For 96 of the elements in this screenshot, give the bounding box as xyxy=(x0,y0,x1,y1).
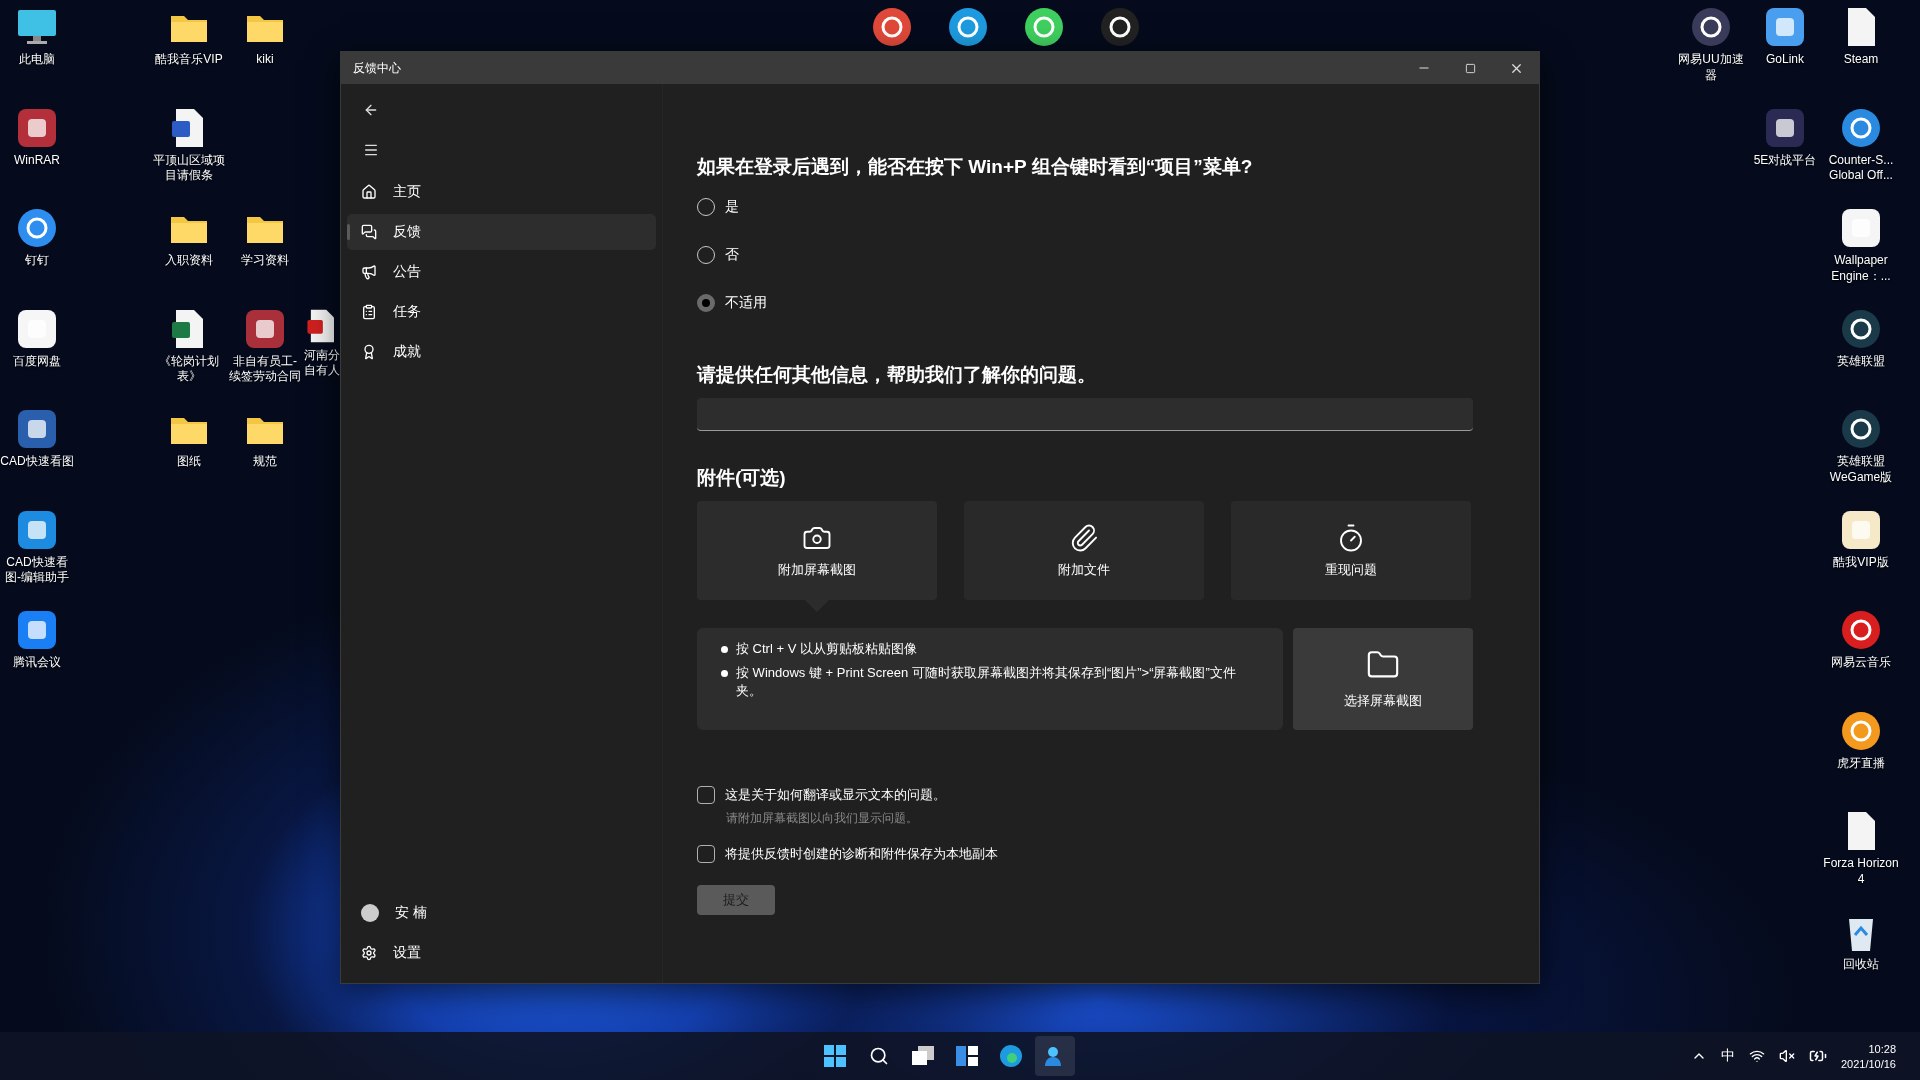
feedback-app-button[interactable] xyxy=(1035,1036,1076,1076)
app-icon xyxy=(16,307,58,350)
details-heading: 请提供任何其他信息，帮助我们了解你的问题。 xyxy=(697,363,1097,387)
app-icon xyxy=(244,307,286,350)
app-icon xyxy=(1023,6,1065,48)
desktop-shortcut[interactable]: 入职资料 xyxy=(150,207,228,269)
bullet-icon xyxy=(721,646,728,653)
desktop-shortcut[interactable]: 规范 xyxy=(228,408,302,470)
clipboard-icon xyxy=(361,304,377,320)
app-icon xyxy=(871,6,913,48)
desktop-shortcut[interactable]: 腾讯会议 xyxy=(0,609,76,671)
desktop-shortcut[interactable]: 此电脑 xyxy=(0,6,76,68)
input-method-indicator[interactable]: 中 xyxy=(1720,1047,1735,1065)
back-arrow-icon xyxy=(363,102,379,118)
app-icon xyxy=(1840,106,1882,149)
desktop-shortcut[interactable]: 虎牙直播 xyxy=(1822,709,1900,772)
checkbox[interactable]: 这是关于如何翻译或显示文本的问题。 xyxy=(697,786,1473,804)
desktop-shortcut[interactable]: CAD快速看图-编辑助手 xyxy=(0,508,76,586)
app-icon xyxy=(16,106,58,149)
desktop-shortcut[interactable]: 酷我VIP版 xyxy=(1822,508,1900,571)
attachment-tile[interactable]: 附加文件 xyxy=(964,501,1204,600)
app-icon xyxy=(1840,307,1882,350)
app-icon xyxy=(1840,709,1882,752)
settings-item[interactable]: 设置 xyxy=(347,935,656,971)
app-icon xyxy=(1764,6,1806,48)
app-icon xyxy=(947,6,989,48)
account-item[interactable]: 安 楠 xyxy=(347,895,656,931)
desktop-shortcut[interactable]: 非自有员工-续签劳动合同 xyxy=(228,307,302,385)
desktop-shortcut[interactable]: CAD快速看图 xyxy=(0,408,76,470)
app-icon xyxy=(16,207,58,249)
widgets-icon xyxy=(956,1046,979,1066)
desktop-shortcut[interactable]: 钉钉 xyxy=(0,207,76,269)
menu-icon xyxy=(363,142,379,158)
desktop-shortcut[interactable]: 5E对战平台 xyxy=(1746,106,1824,169)
radio-option[interactable]: 不适用 xyxy=(697,289,1473,317)
windows-logo-icon xyxy=(824,1045,847,1067)
muted-speaker-icon[interactable] xyxy=(1778,1048,1795,1064)
home-icon xyxy=(361,184,377,200)
desktop-shortcut[interactable]: Forza Horizon 4 xyxy=(1822,810,1900,888)
desktop-shortcut[interactable]: 《轮岗计划表》 xyxy=(150,307,228,385)
desktop-shortcut[interactable]: 河南分自有人 xyxy=(303,307,340,379)
app-icon xyxy=(1690,6,1732,48)
desktop-shortcut[interactable]: 英雄联盟 xyxy=(1822,307,1900,370)
desktop-shortcut[interactable]: 酷我音乐VIP xyxy=(150,6,228,68)
tip-text: 按 Ctrl + V 以从剪贴板粘贴图像 xyxy=(736,640,917,658)
checkbox[interactable]: 将提供反馈时创建的诊断和附件保存为本地副本 xyxy=(697,845,1473,863)
attachment-tile[interactable]: 重现问题 xyxy=(1231,501,1471,600)
details-input-field[interactable] xyxy=(697,398,1473,431)
app-icon xyxy=(1840,609,1882,651)
desktop-shortcut[interactable]: WinRAR xyxy=(0,106,76,169)
search-icon xyxy=(869,1046,890,1066)
nav-item[interactable]: 公告 xyxy=(347,254,656,290)
hint-text: 请附加屏幕截图以向我们显示问题。 xyxy=(726,810,919,827)
attachment-tile[interactable]: 附加屏幕截图 xyxy=(697,501,937,600)
desktop-shortcut[interactable]: 图纸 xyxy=(150,408,228,470)
app-icon xyxy=(16,508,58,551)
app-icon xyxy=(1840,207,1882,249)
browser-icon xyxy=(999,1044,1024,1068)
desktop-shortcut[interactable]: 英雄联盟WeGame版 xyxy=(1822,408,1900,486)
desktop-shortcut[interactable]: Steam xyxy=(1822,6,1900,68)
tip-text: 按 Windows 键 + Print Screen 可随时获取屏幕截图并将其保存到“图片”>“屏幕截图”文件夹。 xyxy=(736,664,1237,701)
app-icon xyxy=(16,609,58,651)
app-icon xyxy=(1840,408,1882,450)
avatar-icon xyxy=(361,904,379,922)
maximize-icon xyxy=(1464,62,1476,74)
question-heading: 如果在登录后遇到，能否在按下 Win+P 组合键时看到“项目”菜单? xyxy=(697,155,1254,179)
choose-screenshot-button[interactable]: 选择屏幕截图 xyxy=(1293,628,1473,730)
attachments-heading: 附件(可选) xyxy=(697,466,787,490)
nav-item[interactable]: 主页 xyxy=(347,174,656,210)
desktop-shortcut[interactable]: 网易云音乐 xyxy=(1822,609,1900,671)
desktop-shortcut[interactable]: 回收站 xyxy=(1822,910,1900,973)
radio-option[interactable]: 否 xyxy=(697,241,1473,269)
settings-icon xyxy=(361,945,377,961)
desktop-shortcut[interactable]: 平顶山区域项目请假条 xyxy=(150,106,228,184)
app-icon xyxy=(1840,508,1882,551)
paperclip-icon xyxy=(1069,522,1099,553)
desktop-shortcut[interactable]: Wallpaper Engine：... xyxy=(1822,207,1900,285)
clock[interactable]: 10:28 2021/10/16 xyxy=(1840,1042,1896,1070)
megaphone-icon xyxy=(361,264,377,280)
wifi-icon[interactable] xyxy=(1748,1048,1765,1064)
bullet-icon xyxy=(721,670,728,678)
app-icon xyxy=(1764,106,1806,149)
task-view-icon xyxy=(912,1046,935,1066)
desktop-shortcut[interactable]: 学习资料 xyxy=(228,207,302,269)
desktop-shortcut[interactable]: kiki xyxy=(228,6,302,68)
app-icon xyxy=(1099,6,1141,48)
window-title: 反馈中心 xyxy=(353,59,402,77)
desktop-shortcut[interactable]: 百度网盘 xyxy=(0,307,76,370)
app-icon xyxy=(16,408,58,450)
nav-item[interactable]: 成就 xyxy=(347,334,656,370)
radio-option[interactable]: 是 xyxy=(697,193,1473,221)
nav-item[interactable]: 任务 xyxy=(347,294,656,330)
nav-item[interactable]: 反馈 xyxy=(347,214,656,250)
feedback-icon xyxy=(361,224,377,240)
desktop-shortcut[interactable]: Counter-S... Global Off... xyxy=(1822,106,1900,184)
award-icon xyxy=(361,344,377,360)
